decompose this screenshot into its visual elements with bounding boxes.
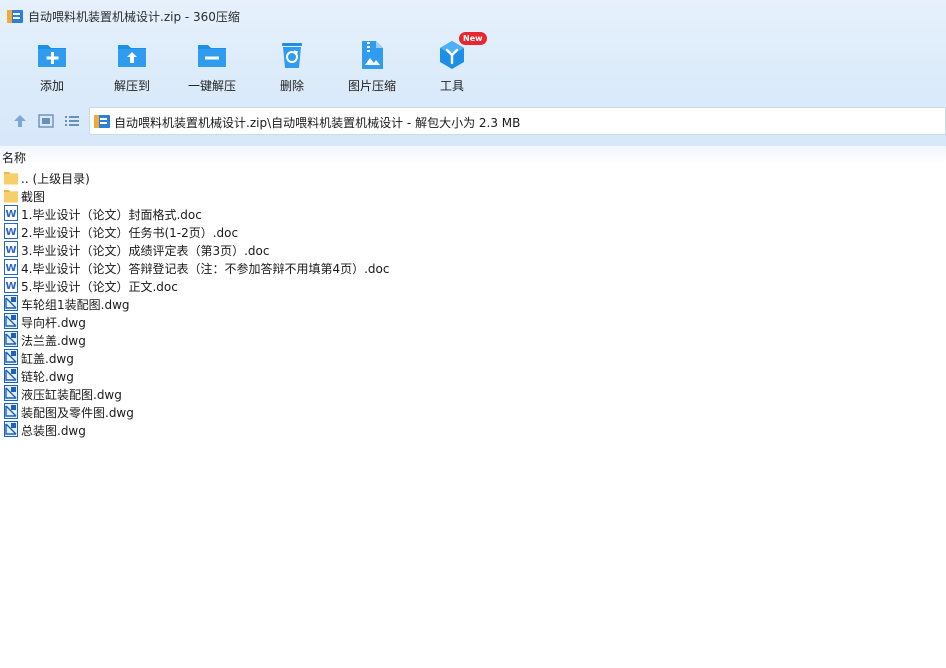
file-name: 链轮.dwg bbox=[21, 370, 74, 384]
list-item[interactable]: W 3.毕业设计（论文）成绩评定表（第3页）.doc bbox=[0, 240, 946, 258]
file-name: 缸盖.dwg bbox=[21, 352, 74, 366]
list-item[interactable]: 截图 bbox=[0, 186, 946, 204]
list-item[interactable]: 法兰盖.dwg bbox=[0, 330, 946, 348]
file-name: 液压缸装配图.dwg bbox=[21, 388, 122, 402]
file-list: .. (上级目录) 截图 W 1.毕业设计（论文）封面格式.doc W 2.毕业设计（论文… bbox=[0, 168, 946, 438]
list-item[interactable]: W 1.毕业设计（论文）封面格式.doc bbox=[0, 204, 946, 222]
extract-to-icon bbox=[118, 45, 146, 67]
recycle-bin-icon bbox=[282, 43, 302, 68]
file-name: 2.毕业设计（论文）任务书(1-2页）.doc bbox=[21, 226, 239, 240]
dwg-file-icon bbox=[4, 421, 18, 437]
word-doc-icon: W bbox=[4, 223, 18, 239]
thumbnail-view-icon[interactable] bbox=[37, 113, 55, 129]
list-item[interactable]: W 2.毕业设计（论文）任务书(1-2页）.doc bbox=[0, 222, 946, 240]
add-button[interactable]: 添加 bbox=[12, 36, 92, 96]
word-doc-icon: W bbox=[4, 259, 18, 275]
image-compress-icon bbox=[362, 41, 383, 69]
one-click-extract-button[interactable]: 一键解压 bbox=[172, 36, 252, 96]
list-item[interactable]: 缸盖.dwg bbox=[0, 348, 946, 366]
file-name: 1.毕业设计（论文）封面格式.doc bbox=[21, 208, 202, 222]
dwg-file-icon bbox=[4, 349, 18, 365]
word-doc-icon: W bbox=[4, 205, 18, 221]
toolbar: 添加 解压到 一键解压 删除 图片压缩 New 工具 bbox=[0, 32, 946, 98]
address-path: 自动喂料机装置机械设计.zip\自动喂料机装置机械设计 - 解包大小为 2.3 … bbox=[114, 116, 521, 130]
add-label: 添加 bbox=[39, 79, 64, 93]
dwg-file-icon bbox=[4, 403, 18, 419]
extract-to-label: 解压到 bbox=[113, 79, 150, 93]
list-item[interactable]: W 5.毕业设计（论文）正文.doc bbox=[0, 276, 946, 294]
dwg-file-icon bbox=[4, 367, 18, 383]
window-chrome: 自动喂料机装置机械设计.zip - 360压缩 添加 解压到 一键解压 删除 图… bbox=[0, 0, 946, 146]
folder-icon bbox=[4, 172, 18, 185]
delete-label: 删除 bbox=[279, 79, 304, 93]
list-item[interactable]: W 4.毕业设计（论文）答辩登记表（注：不参加答辩不用填第4页）.doc bbox=[0, 258, 946, 276]
file-name: 3.毕业设计（论文）成绩评定表（第3页）.doc bbox=[21, 244, 270, 258]
file-name: 法兰盖.dwg bbox=[21, 334, 86, 348]
column-header-name[interactable]: 名称 bbox=[2, 149, 26, 166]
up-arrow-icon[interactable] bbox=[11, 113, 29, 129]
archive-icon bbox=[7, 10, 23, 23]
file-name: 装配图及零件图.dwg bbox=[21, 406, 134, 420]
new-badge: New bbox=[459, 32, 487, 45]
file-name: 车轮组1装配图.dwg bbox=[21, 298, 130, 312]
word-doc-icon: W bbox=[4, 241, 18, 257]
file-name: 4.毕业设计（论文）答辩登记表（注：不参加答辩不用填第4页）.doc bbox=[21, 262, 390, 276]
svg-text:W: W bbox=[5, 263, 16, 274]
image-compress-label: 图片压缩 bbox=[347, 79, 396, 93]
file-name: .. (上级目录) bbox=[21, 172, 90, 186]
list-item[interactable]: 装配图及零件图.dwg bbox=[0, 402, 946, 420]
list-item[interactable]: 链轮.dwg bbox=[0, 366, 946, 384]
file-name: 总装图.dwg bbox=[21, 424, 86, 438]
word-doc-icon: W bbox=[4, 277, 18, 293]
delete-button[interactable]: 删除 bbox=[252, 36, 332, 96]
navigation-bar: 自动喂料机装置机械设计.zip\自动喂料机装置机械设计 - 解包大小为 2.3 … bbox=[0, 106, 946, 138]
file-name: 5.毕业设计（论文）正文.doc bbox=[21, 280, 178, 294]
folder-icon bbox=[4, 190, 18, 203]
dwg-file-icon bbox=[4, 313, 18, 329]
svg-text:W: W bbox=[5, 209, 16, 220]
one-click-extract-label: 一键解压 bbox=[187, 79, 236, 93]
window-title: 自动喂料机装置机械设计.zip - 360压缩 bbox=[28, 10, 240, 24]
extract-to-button[interactable]: 解压到 bbox=[92, 36, 172, 96]
dwg-file-icon bbox=[4, 385, 18, 401]
list-item[interactable]: 车轮组1装配图.dwg bbox=[0, 294, 946, 312]
list-item[interactable]: 导向杆.dwg bbox=[0, 312, 946, 330]
list-item[interactable]: 液压缸装配图.dwg bbox=[0, 384, 946, 402]
one-click-extract-icon bbox=[198, 45, 226, 67]
list-view-icon[interactable] bbox=[63, 113, 81, 129]
list-header: 名称 bbox=[0, 146, 946, 166]
file-name: 导向杆.dwg bbox=[21, 316, 86, 330]
add-folder-icon bbox=[38, 45, 66, 67]
file-name: 截图 bbox=[21, 190, 46, 204]
list-item[interactable]: 总装图.dwg bbox=[0, 420, 946, 438]
archive-icon bbox=[94, 115, 110, 128]
svg-text:W: W bbox=[5, 281, 16, 292]
dwg-file-icon bbox=[4, 295, 18, 311]
tools-label: 工具 bbox=[439, 79, 464, 93]
address-bar[interactable]: 自动喂料机装置机械设计.zip\自动喂料机装置机械设计 - 解包大小为 2.3 … bbox=[89, 107, 946, 135]
svg-text:W: W bbox=[5, 245, 16, 256]
list-item[interactable]: .. (上级目录) bbox=[0, 168, 946, 186]
dwg-file-icon bbox=[4, 331, 18, 347]
title-bar: 自动喂料机装置机械设计.zip - 360压缩 bbox=[0, 0, 946, 32]
svg-text:W: W bbox=[5, 227, 16, 238]
tools-button[interactable]: New 工具 bbox=[412, 32, 492, 96]
image-compress-button[interactable]: 图片压缩 bbox=[332, 36, 412, 96]
